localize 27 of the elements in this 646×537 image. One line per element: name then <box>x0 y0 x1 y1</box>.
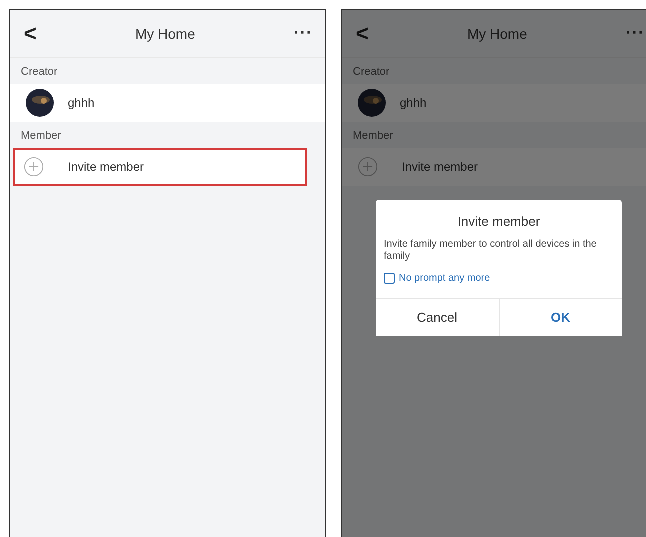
back-button[interactable]: < <box>356 20 369 46</box>
member-row[interactable]: ghhh <box>342 84 646 122</box>
section-label: Creator <box>20 65 59 80</box>
checkbox-label: No prompt any more <box>399 273 490 284</box>
screen-title: My Home <box>467 26 528 42</box>
dialog-message: Invite family member to control all devices in the family <box>383 239 598 263</box>
section-label: Member <box>20 129 62 144</box>
more-button[interactable]: ··· <box>626 24 645 42</box>
checkbox[interactable] <box>384 273 395 284</box>
section-label: Creator <box>352 65 391 80</box>
plus-icon <box>358 157 378 177</box>
invite-row[interactable]: Invite member <box>342 148 646 186</box>
screen-title: My Home <box>135 26 196 42</box>
section-label: Member <box>352 129 394 144</box>
row-label: ghhh <box>400 96 427 110</box>
row-label: ghhh <box>68 96 95 110</box>
back-button[interactable]: < <box>24 20 37 46</box>
more-button[interactable]: ··· <box>294 24 313 42</box>
avatar-icon <box>26 89 54 117</box>
row-label: Invite member <box>402 160 478 174</box>
row-label: Invite member <box>68 160 144 174</box>
avatar-icon <box>358 89 386 117</box>
ok-button[interactable]: OK <box>498 299 622 336</box>
invite-row[interactable]: Invite member <box>13 148 307 186</box>
member-row[interactable]: ghhh <box>10 84 325 122</box>
plus-icon <box>24 157 44 177</box>
dialog-title: Invite member <box>456 213 542 231</box>
